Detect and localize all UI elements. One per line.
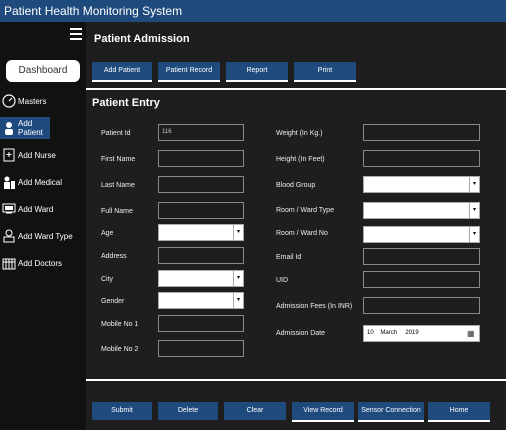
dashboard-button[interactable]: Dashboard	[6, 60, 80, 82]
divider	[86, 379, 506, 381]
full-name-field[interactable]	[158, 202, 244, 219]
sidebar-item-masters[interactable]: Masters	[0, 90, 86, 112]
city-label: City	[101, 276, 114, 283]
email-label: Email Id	[276, 254, 302, 261]
room-no-select[interactable]: ▾	[363, 226, 480, 243]
email-field[interactable]	[363, 248, 480, 265]
medical-icon	[2, 175, 16, 189]
sidebar-item-add-ward[interactable]: Add Ward	[0, 198, 86, 220]
age-select[interactable]: ▾	[158, 224, 244, 241]
sidebar: Dashboard Masters Add Patient Add Nurse …	[0, 22, 86, 430]
app-title-bar: Patient Health Monitoring System	[0, 0, 506, 22]
tab-add-patient[interactable]: Add Patient	[92, 62, 152, 82]
room-type-label: Room / Ward Type	[276, 207, 334, 214]
mobile2-label: Mobile No 2	[101, 346, 139, 353]
main-content: Patient Admission Add Patient Patient Re…	[86, 22, 506, 430]
tab-report[interactable]: Report	[226, 62, 288, 82]
fees-field[interactable]	[363, 297, 480, 314]
patient-id-field[interactable]: 116	[158, 124, 244, 141]
sidebar-item-label: Add Patient	[18, 119, 43, 137]
sidebar-item-label: Add Doctors	[18, 258, 63, 268]
gender-select[interactable]: ▾	[158, 292, 244, 309]
first-name-field[interactable]	[158, 150, 244, 167]
age-label: Age	[101, 230, 114, 237]
sidebar-item-add-ward-type[interactable]: Add Ward Type	[0, 225, 86, 247]
sidebar-item-add-nurse[interactable]: Add Nurse	[0, 144, 86, 166]
sidebar-item-add-patient[interactable]: Add Patient	[0, 117, 50, 139]
app-title: Patient Health Monitoring System	[4, 4, 183, 18]
hamburger-menu-icon[interactable]	[70, 28, 82, 40]
date-day: 10	[367, 330, 374, 336]
uid-label: UID	[276, 277, 289, 284]
sidebar-item-label: Add Medical	[18, 177, 63, 187]
room-type-select[interactable]: ▾	[363, 202, 480, 219]
tab-patient-record[interactable]: Patient Record	[158, 62, 220, 82]
first-name-label: First Name	[101, 156, 136, 163]
height-field[interactable]	[363, 150, 480, 167]
date-label: Admission Date	[276, 330, 326, 337]
chevron-down-icon: ▾	[469, 227, 479, 242]
view-record-button[interactable]: View Record	[292, 402, 354, 422]
last-name-field[interactable]	[158, 176, 244, 193]
sidebar-item-label: Add Nurse	[18, 150, 56, 160]
tab-print[interactable]: Print	[294, 62, 356, 82]
chevron-down-icon: ▾	[233, 271, 243, 286]
doctors-icon	[2, 256, 16, 270]
weight-field[interactable]	[363, 124, 480, 141]
address-label: Address	[101, 253, 127, 260]
ward-type-icon	[2, 229, 16, 243]
gender-label: Gender	[101, 298, 125, 305]
nurse-icon	[2, 148, 16, 162]
divider	[86, 88, 506, 90]
sidebar-item-label: Masters	[18, 96, 47, 106]
room-no-label: Room / Ward No	[276, 230, 328, 237]
fees-label: Admission Fees (In INR)	[276, 303, 353, 310]
blood-group-select[interactable]: ▾	[363, 176, 480, 193]
mobile1-label: Mobile No 1	[101, 321, 139, 328]
last-name-label: Last Name	[101, 182, 135, 189]
home-button[interactable]: Home	[428, 402, 490, 422]
gauge-icon	[2, 94, 16, 108]
sensor-connection-button[interactable]: Sensor Connection	[358, 402, 424, 422]
sidebar-item-add-doctors[interactable]: Add Doctors	[0, 252, 86, 274]
sidebar-item-label: Add Ward Type	[18, 231, 73, 241]
height-label: Height (In Feet)	[276, 156, 325, 163]
chevron-down-icon: ▾	[469, 203, 479, 218]
date-month: March	[380, 330, 398, 336]
ward-icon	[2, 202, 16, 216]
clear-button[interactable]: Clear	[224, 402, 286, 420]
calendar-icon[interactable]: ▦	[467, 328, 477, 339]
patient-icon	[2, 121, 16, 135]
chevron-down-icon: ▾	[233, 293, 243, 308]
weight-label: Weight (In Kg.)	[276, 130, 323, 137]
city-select[interactable]: ▾	[158, 270, 244, 287]
page-title: Patient Admission	[94, 33, 190, 45]
section-title: Patient Entry	[92, 97, 160, 109]
delete-button[interactable]: Delete	[158, 402, 218, 420]
date-year: 2019	[405, 330, 419, 336]
chevron-down-icon: ▾	[469, 177, 479, 192]
uid-field[interactable]	[363, 271, 480, 288]
sidebar-item-label: Add Ward	[18, 204, 54, 214]
sidebar-item-add-medical[interactable]: Add Medical	[0, 171, 86, 193]
address-field[interactable]	[158, 247, 244, 264]
full-name-label: Full Name	[101, 208, 133, 215]
mobile2-field[interactable]	[158, 340, 244, 357]
blood-group-label: Blood Group	[276, 182, 316, 189]
chevron-down-icon: ▾	[233, 225, 243, 240]
mobile1-field[interactable]	[158, 315, 244, 332]
patient-id-label: Patient Id	[101, 130, 131, 137]
admission-date-picker[interactable]: 10 March 2019 ▦	[363, 325, 480, 342]
submit-button[interactable]: Submit	[92, 402, 152, 420]
